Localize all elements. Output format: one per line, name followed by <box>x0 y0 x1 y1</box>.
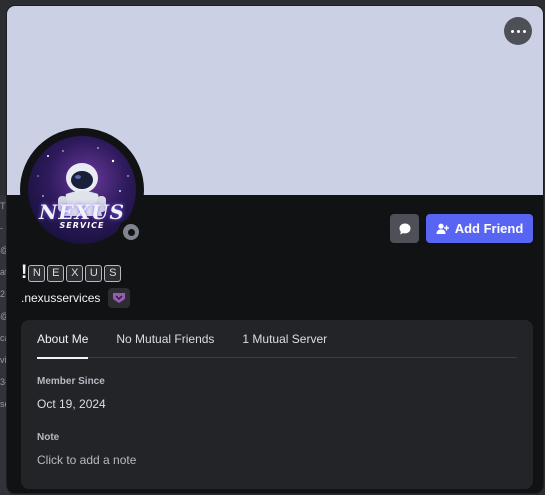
display-name-letter: S <box>104 264 122 282</box>
more-options-button[interactable] <box>504 17 532 45</box>
member-since-value: Oct 19, 2024 <box>37 397 106 411</box>
note-label: Note <box>37 432 60 443</box>
tab-about-me[interactable]: About Me <box>37 320 89 359</box>
hypesquad-badge-icon <box>113 293 126 303</box>
user-profile-modal: NEXUS SERVICE Add Friend ! N E X U S .ne… <box>7 6 543 493</box>
status-indicator <box>118 219 144 245</box>
hypesquad-badge[interactable] <box>108 288 131 308</box>
tab-mutual-friends[interactable]: No Mutual Friends <box>116 320 214 358</box>
more-dot <box>522 29 526 33</box>
display-name-letter: N <box>28 264 46 282</box>
member-since-label: Member Since <box>37 376 105 387</box>
status-dot-hole <box>127 228 135 236</box>
note-input[interactable]: Click to add a note <box>37 453 136 467</box>
profile-info-card: About Me No Mutual Friends 1 Mutual Serv… <box>21 320 533 489</box>
send-message-button[interactable] <box>390 214 419 243</box>
profile-tabs: About Me No Mutual Friends 1 Mutual Serv… <box>37 320 517 359</box>
display-name-letter: X <box>66 264 84 282</box>
add-friend-label: Add Friend <box>454 221 524 236</box>
username-row: .nexusservices <box>21 288 131 308</box>
more-dots-icon <box>510 29 514 33</box>
display-name-letter: E <box>47 264 65 282</box>
chat-bubble-icon <box>399 223 410 234</box>
tab-mutual-servers[interactable]: 1 Mutual Server <box>242 320 327 358</box>
display-name: ! N E X U S <box>21 262 123 283</box>
offline-status-icon <box>123 224 139 240</box>
add-friend-icon <box>436 223 449 234</box>
more-dot <box>516 29 520 33</box>
display-name-styled-letters: N E X U S <box>28 264 123 282</box>
display-name-prefix: ! <box>21 262 28 283</box>
avatar-container[interactable]: NEXUS SERVICE <box>20 128 144 252</box>
username[interactable]: .nexusservices <box>21 291 100 305</box>
display-name-letter: U <box>85 264 103 282</box>
add-friend-button[interactable]: Add Friend <box>426 214 533 243</box>
